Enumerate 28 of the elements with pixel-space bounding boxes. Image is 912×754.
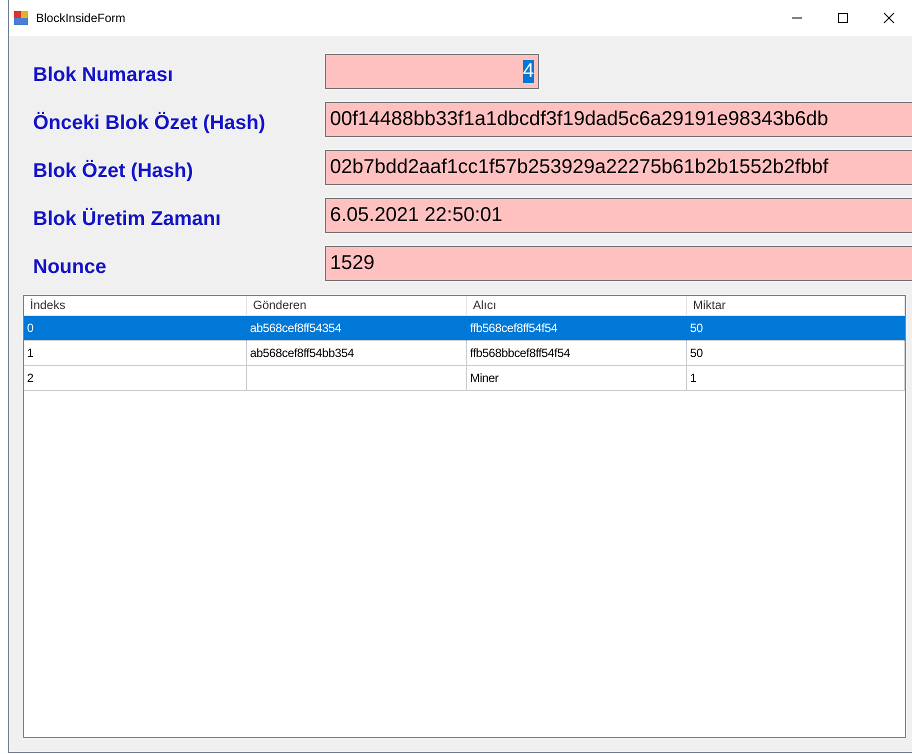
text-field[interactable]: 1529 xyxy=(325,246,912,281)
table-cell: 0 xyxy=(24,316,247,341)
table-row[interactable]: 2 Miner 1 xyxy=(24,366,905,391)
table-row[interactable]: 0 ab568cef8ff54354 ffb568cef8ff54f54 50 xyxy=(24,316,905,341)
table-cell: ab568cef8ff54bb354 xyxy=(247,341,467,366)
table-cell: 50 xyxy=(687,316,905,341)
field-label: Önceki Blok Özet (Hash) xyxy=(33,112,266,136)
field-label: Blok Numarası xyxy=(33,64,174,88)
table-cell: ffb568bbcef8ff54f54 xyxy=(467,341,687,366)
table-cell: Miner xyxy=(467,366,687,391)
field-label: Blok Özet (Hash) xyxy=(33,160,194,184)
table-row[interactable]: 1 ab568cef8ff54bb354 ffb568bbcef8ff54f54 50 xyxy=(24,341,905,366)
table-cell: 1 xyxy=(24,341,247,366)
text-field[interactable]: 6.05.2021 22:50:01 xyxy=(325,198,912,233)
close-icon xyxy=(883,12,895,24)
field-label: Nounce xyxy=(33,256,108,280)
table-cell: 2 xyxy=(24,366,247,391)
table-cell: ab568cef8ff54354 xyxy=(247,316,467,341)
table-cell: ffb568cef8ff54f54 xyxy=(467,316,687,341)
text-field[interactable]: 02b7bdd2aaf1cc1f57b253929a22275b61b2b1552b2fbbf xyxy=(325,150,912,185)
text-field[interactable]: 4 xyxy=(325,54,539,89)
table-cell: 50 xyxy=(687,341,905,366)
window-title: BlockInsideForm xyxy=(36,11,126,25)
text-field[interactable]: 00f14488bb33f1a1dbcdf3f19dad5c6a29191e98343b6db xyxy=(325,102,912,137)
app-icon xyxy=(13,10,29,26)
maximize-icon xyxy=(837,12,849,24)
table-cell: 1 xyxy=(687,366,905,391)
field-label: Blok Üretim Zamanı xyxy=(33,208,222,232)
